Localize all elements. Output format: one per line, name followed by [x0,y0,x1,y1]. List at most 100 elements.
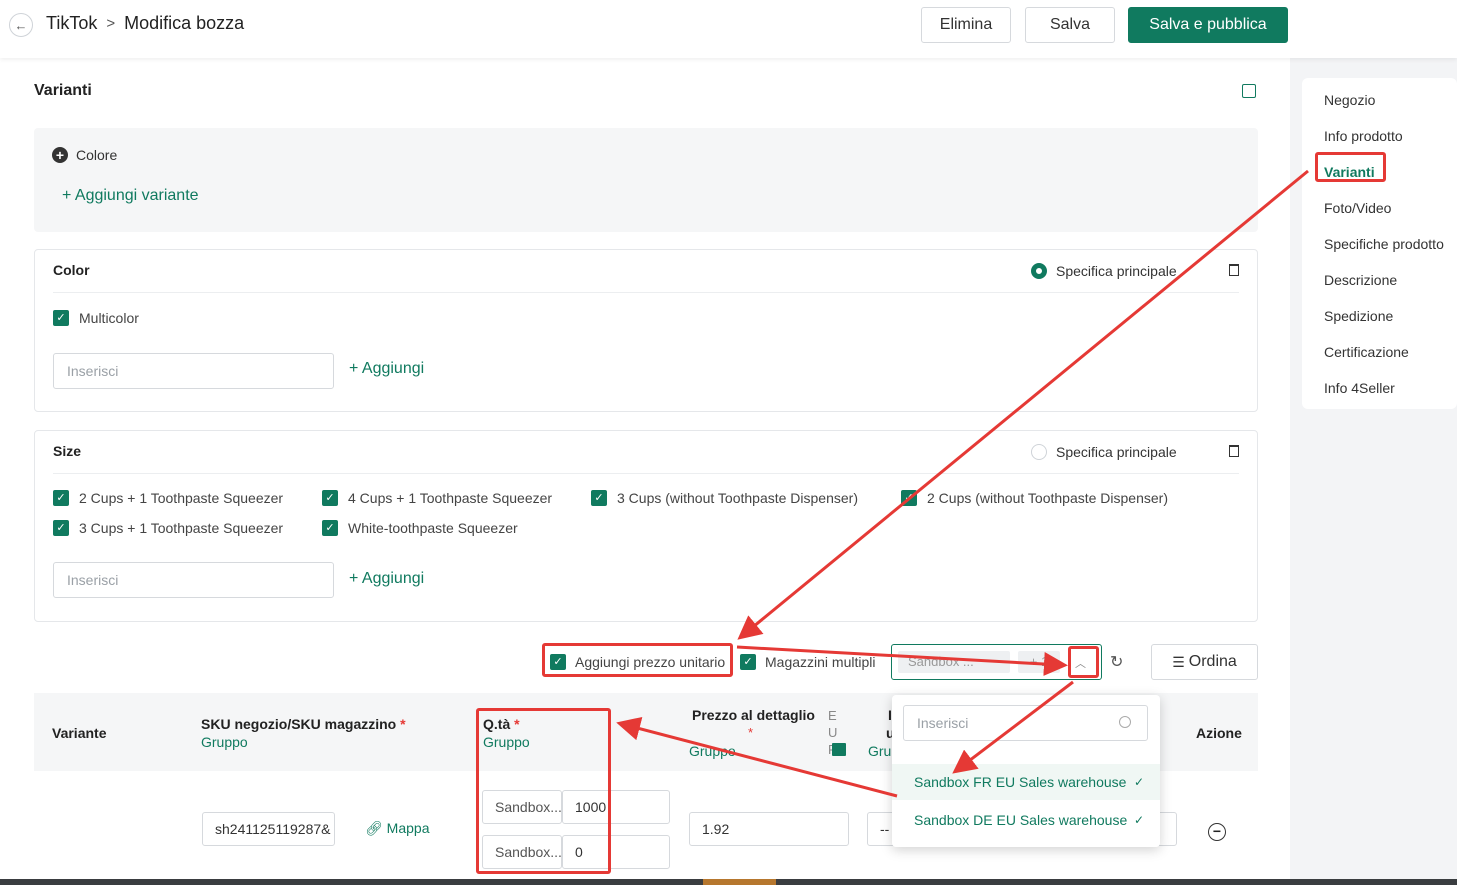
price-input[interactable]: 1.92 [689,812,849,846]
warehouse-count-tag: + 1 [1018,651,1060,673]
add-size-option-link[interactable]: + Aggiungi [349,570,424,588]
multi-warehouse-label: Magazzini multipli [765,654,876,670]
search-icon [1119,716,1131,728]
nav-item-shop[interactable]: Negozio [1324,92,1375,108]
multi-warehouse-checkbox[interactable]: ✓ [740,654,756,670]
option-label: Sandbox DE EU Sales warehouse [914,812,1128,828]
save-publish-button[interactable]: Salva e pubblica [1128,7,1288,43]
check-icon: ✓ [1133,775,1144,789]
color-card: Color Specifica principale ✓ Multicolor … [34,249,1258,412]
save-button[interactable]: Salva [1025,7,1115,43]
dropdown-option[interactable]: Sandbox FR EU Sales warehouse ✓ [892,764,1160,800]
option-label: 2 Cups (without Toothpaste Dispenser) [927,490,1168,506]
header-price: Prezzo al dettaglio [692,707,815,723]
main-spec-label: Specifica principale [1056,444,1177,460]
option-label: White-toothpaste Squeezer [348,520,518,536]
map-label: Mappa [386,820,430,836]
qty-warehouse-select[interactable]: Sandbox... [482,835,562,869]
back-icon[interactable]: ← [9,13,33,37]
color-card-title: Color [53,262,90,278]
chevron-up-icon[interactable]: ︿ [1075,655,1086,671]
header-sku: SKU negozio/SKU magazzino * [201,716,406,732]
sku-input[interactable]: sh241125119287& [202,812,335,846]
nav-item-product-info[interactable]: Info prodotto [1324,128,1403,144]
checkbox-size-option[interactable]: ✓ [901,490,917,506]
color-option-label[interactable]: Colore [76,147,117,163]
nav-item-variants[interactable]: Varianti [1324,164,1375,180]
header-variant: Variante [52,725,107,741]
nav-item-certification[interactable]: Certificazione [1324,344,1409,360]
trash-icon[interactable] [1229,264,1239,276]
qty-warehouse-select[interactable]: Sandbox... [482,790,562,824]
nav-item-photo-video[interactable]: Foto/Video [1324,200,1391,216]
dropdown-search-input[interactable]: Inserisci [903,705,1148,741]
header-qty-label: Q.tà [483,716,511,732]
check-icon: ✓ [1133,813,1144,827]
header-sku-group[interactable]: Gruppo [201,734,248,750]
top-bar: ← TikTok > Modifica bozza Elimina Salva … [0,0,1457,58]
divider [53,473,1239,474]
delete-button[interactable]: Elimina [921,7,1011,43]
qty-input[interactable]: 1000 [562,790,670,824]
main-spec-label: Specifica principale [1056,263,1177,279]
unit-price-label: Aggiungi prezzo unitario [575,654,726,670]
breadcrumb: TikTok > Modifica bozza [46,13,244,34]
remove-row-icon[interactable]: − [1208,823,1226,841]
option-label: 2 Cups + 1 Toothpaste Squeezer [79,490,284,506]
checkbox-multicolor[interactable]: ✓ [53,310,69,326]
header-action: Azione [1196,725,1242,741]
checkbox-size-option[interactable]: ✓ [322,490,338,506]
option-label: 3 Cups (without Toothpaste Dispenser) [617,490,858,506]
main-spec-radio-size[interactable] [1031,444,1047,460]
sort-button[interactable]: ☰ Ordina [1151,644,1258,680]
refresh-icon[interactable]: ↻ [1110,652,1123,672]
option-label: 4 Cups + 1 Toothpaste Squeezer [348,490,553,506]
link-icon: 🔗︎ [365,820,383,836]
header-price-group[interactable]: Gruppo [689,743,736,759]
header-col5-group[interactable]: Gru [868,743,891,759]
header-qty: Q.tà * [483,716,520,732]
size-card-title: Size [53,443,82,459]
map-link[interactable]: 🔗︎ Mappa [365,820,429,837]
size-card: Size Specifica principale ✓ 2 Cups + 1 T… [34,430,1258,622]
unit-price-checkbox[interactable]: ✓ [550,654,566,670]
breadcrumb-app[interactable]: TikTok [46,13,97,34]
warehouse-select[interactable]: Sandbox ... + 1 ︿ [891,644,1102,680]
nav-item-shipping[interactable]: Spedizione [1324,308,1393,324]
checkbox-size-option[interactable]: ✓ [591,490,607,506]
size-option-input[interactable]: Inserisci [53,562,334,598]
checkbox-size-option[interactable]: ✓ [53,520,69,536]
nav-item-description[interactable]: Descrizione [1324,272,1397,288]
checkbox-size-option[interactable]: ✓ [322,520,338,536]
taskbar-strip [0,879,1457,885]
add-variant-box: + Colore + Aggiungi variante [34,128,1258,232]
breadcrumb-separator-icon: > [106,15,116,32]
sort-icon: ☰ [1172,653,1185,670]
expand-icon[interactable] [1242,84,1256,98]
required-mark: * [748,725,754,740]
dropdown-option[interactable]: Sandbox DE EU Sales warehouse ✓ [892,802,1160,838]
option-label: Sandbox FR EU Sales warehouse [914,774,1127,790]
header-qty-group[interactable]: Gruppo [483,734,530,750]
warehouse-dropdown: Inserisci Sandbox FR EU Sales warehouse … [892,695,1160,847]
main-spec-radio-color[interactable] [1031,263,1047,279]
calculator-icon[interactable] [832,743,846,756]
header-sku-label: SKU negozio/SKU magazzino [201,716,397,732]
checkbox-size-option[interactable]: ✓ [53,490,69,506]
option-label: Multicolor [79,310,139,326]
divider [53,292,1239,293]
sort-label: Ordina [1188,653,1237,670]
option-label: 3 Cups + 1 Toothpaste Squeezer [79,520,284,536]
warehouse-tag: Sandbox ... [898,651,1010,673]
nav-item-4seller[interactable]: Info 4Seller [1324,380,1395,396]
add-variant-link[interactable]: + Aggiungi variante [62,187,199,205]
plus-circle-icon[interactable]: + [52,147,68,163]
add-color-option-link[interactable]: + Aggiungi [349,360,424,378]
page-title: Modifica bozza [124,13,245,33]
color-option-input[interactable]: Inserisci [53,353,334,389]
section-title-variants: Varianti [34,82,92,99]
section-nav: Negozio Info prodotto Varianti Foto/Vide… [1302,78,1457,409]
qty-input[interactable]: 0 [562,835,670,869]
trash-icon[interactable] [1229,445,1239,457]
nav-item-specs[interactable]: Specifiche prodotto [1324,236,1444,252]
